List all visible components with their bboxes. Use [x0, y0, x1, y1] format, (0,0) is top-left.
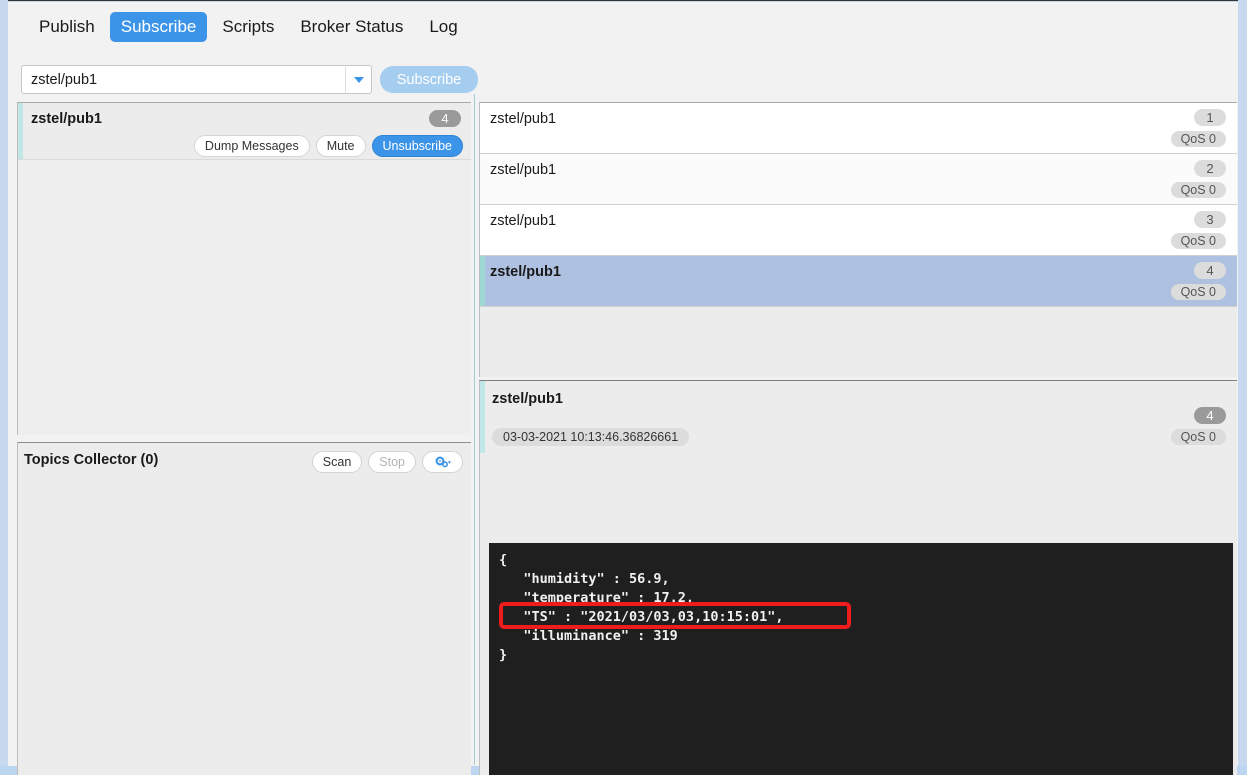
gear-icon	[435, 456, 451, 469]
topics-collector-header: Topics Collector (0) Scan Stop	[18, 443, 471, 479]
subscription-stripe	[18, 103, 23, 159]
message-detail-topic: zstel/pub1	[492, 391, 563, 407]
message-topic-label: zstel/pub1	[490, 213, 556, 229]
topic-dropdown-button[interactable]	[345, 65, 372, 94]
subscription-actions: Dump Messages Mute Unsubscribe	[194, 135, 463, 157]
message-detail-panel: zstel/pub1 4 QoS 0 03-03-2021 10:13:46.3…	[479, 380, 1237, 775]
message-row[interactable]: zstel/pub1 1 QoS 0	[480, 103, 1237, 154]
message-detail-index-badge: 4	[1194, 407, 1226, 424]
payload-text: { "humidity" : 56.9, "temperature" : 17.…	[499, 551, 1223, 665]
message-row-stripe	[480, 154, 485, 204]
unsubscribe-button[interactable]: Unsubscribe	[372, 135, 463, 157]
message-row-stripe	[480, 103, 485, 153]
message-index-badge: 3	[1194, 211, 1226, 228]
message-index-badge: 4	[1194, 262, 1226, 279]
tab-scripts[interactable]: Scripts	[211, 12, 285, 42]
message-row-stripe	[480, 256, 485, 306]
dump-messages-button[interactable]: Dump Messages	[194, 135, 310, 157]
payload-viewer[interactable]: { "humidity" : 56.9, "temperature" : 17.…	[489, 543, 1233, 775]
topics-collector-list	[18, 479, 471, 775]
message-row[interactable]: zstel/pub1 3 QoS 0	[480, 205, 1237, 256]
subscribe-button[interactable]: Subscribe	[380, 66, 478, 93]
stop-button[interactable]: Stop	[368, 451, 416, 473]
window-right-border	[1238, 0, 1247, 775]
main-tab-bar: Publish Subscribe Scripts Broker Status …	[8, 2, 1238, 52]
client-area: Publish Subscribe Scripts Broker Status …	[8, 2, 1238, 766]
right-column: zstel/pub1 1 QoS 0 zstel/pub1 2 QoS 0 zs…	[479, 94, 1237, 765]
message-detail-stripe	[480, 381, 485, 453]
mqtt-client-window: Publish Subscribe Scripts Broker Status …	[0, 0, 1247, 775]
tab-publish[interactable]: Publish	[28, 12, 106, 42]
message-list[interactable]: zstel/pub1 1 QoS 0 zstel/pub1 2 QoS 0 zs…	[479, 102, 1237, 377]
tab-broker-status[interactable]: Broker Status	[289, 12, 414, 42]
subscribe-toolbar: zstel/pub1 Subscribe Qo... Qo... Qo... A…	[8, 52, 1238, 94]
scan-button[interactable]: Scan	[312, 451, 363, 473]
message-row-selected[interactable]: zstel/pub1 4 QoS 0	[480, 256, 1237, 307]
topic-input[interactable]: zstel/pub1	[21, 65, 365, 94]
message-qos-badge: QoS 0	[1171, 284, 1226, 300]
message-index-badge: 1	[1194, 109, 1226, 126]
subscription-topic-label: zstel/pub1	[31, 111, 102, 127]
message-topic-label: zstel/pub1	[490, 264, 561, 280]
topics-collector-actions: Scan Stop	[312, 451, 463, 473]
collector-settings-button[interactable]	[422, 451, 463, 473]
message-detail-timestamp: 03-03-2021 10:13:46.36826661	[492, 428, 689, 446]
tab-subscribe[interactable]: Subscribe	[110, 12, 208, 42]
window-top-border	[0, 0, 1247, 1]
message-qos-badge: QoS 0	[1171, 233, 1226, 249]
subscription-message-count-badge: 4	[429, 110, 461, 127]
chevron-down-icon	[354, 77, 364, 83]
message-qos-badge: QoS 0	[1171, 182, 1226, 198]
topics-collector-title: Topics Collector (0)	[24, 452, 158, 468]
window-left-border	[0, 0, 8, 775]
message-topic-label: zstel/pub1	[490, 111, 556, 127]
panel-splitter[interactable]	[471, 94, 479, 765]
left-column: zstel/pub1 4 Dump Messages Mute Unsubscr…	[9, 94, 471, 765]
topics-collector-panel: Topics Collector (0) Scan Stop	[17, 442, 471, 775]
subscription-item[interactable]: zstel/pub1 4 Dump Messages Mute Unsubscr…	[18, 103, 471, 160]
message-topic-label: zstel/pub1	[490, 162, 556, 178]
message-detail-qos-badge: QoS 0	[1171, 429, 1226, 445]
message-qos-badge: QoS 0	[1171, 131, 1226, 147]
subscriptions-panel: zstel/pub1 4 Dump Messages Mute Unsubscr…	[17, 102, 471, 435]
message-index-badge: 2	[1194, 160, 1226, 177]
panel-splitter-line	[474, 94, 475, 765]
message-row[interactable]: zstel/pub1 2 QoS 0	[480, 154, 1237, 205]
message-row-stripe	[480, 205, 485, 255]
mute-button[interactable]: Mute	[316, 135, 366, 157]
tab-log[interactable]: Log	[418, 12, 468, 42]
